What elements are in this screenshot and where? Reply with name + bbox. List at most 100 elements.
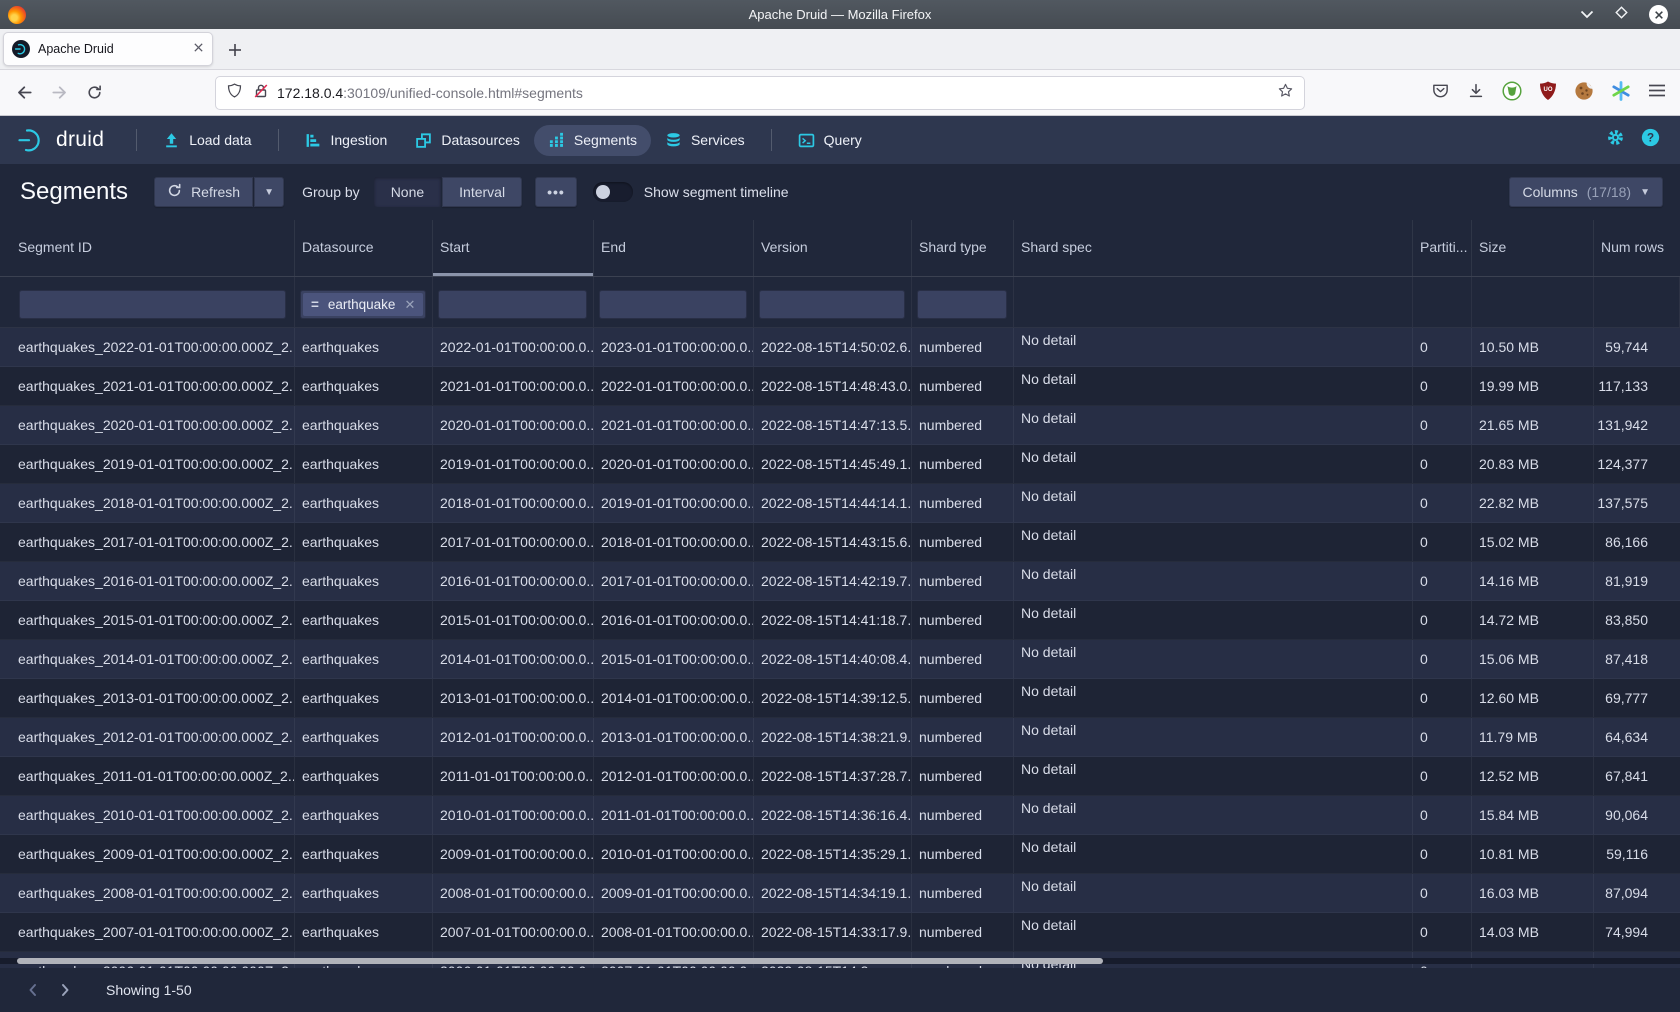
prev-page-button[interactable]: [20, 977, 46, 1003]
column-header-partitions[interactable]: Partiti...: [1413, 220, 1472, 276]
nav-item-datasources[interactable]: Datasources: [401, 125, 534, 156]
extension-asterisk-icon[interactable]: [1611, 81, 1631, 106]
column-header-size[interactable]: Size: [1472, 220, 1594, 276]
segment-timeline-toggle[interactable]: [593, 182, 633, 202]
scrollbar-thumb[interactable]: [17, 958, 1103, 964]
next-page-button[interactable]: [52, 977, 78, 1003]
shield-icon[interactable]: [226, 82, 243, 104]
more-options-button[interactable]: •••: [535, 177, 577, 207]
url-bar[interactable]: 172.18.0.4:30109/unified-console.html#se…: [215, 76, 1305, 110]
filter-input-datasource[interactable]: =earthquake✕: [300, 290, 426, 319]
minimize-icon[interactable]: [1580, 6, 1594, 24]
cell-version: 2022-08-15T14:43:15.6...: [754, 523, 912, 561]
column-header-num-rows[interactable]: Num rows: [1594, 220, 1680, 276]
nav-item-segments[interactable]: Segments: [534, 125, 651, 156]
cell-end: 2010-01-01T00:00:00.0...: [594, 835, 754, 873]
cell-shard-spec: No detail: [1014, 640, 1413, 678]
column-header-segment-id[interactable]: Segment ID: [0, 220, 295, 276]
filter-cell-partitions: [1413, 277, 1472, 327]
browser-tab[interactable]: Apache Druid: [3, 32, 213, 66]
nav-divider: [771, 129, 772, 151]
druid-logo[interactable]: druid: [16, 127, 104, 154]
firefox-icon: [8, 6, 26, 24]
cell-num-rows: 64,634: [1594, 718, 1680, 756]
forward-button[interactable]: [45, 79, 73, 107]
refresh-button[interactable]: Refresh: [154, 177, 253, 207]
cookie-icon[interactable]: [1574, 81, 1594, 106]
maximize-icon[interactable]: [1615, 6, 1628, 24]
upload-icon: [163, 132, 180, 149]
bookmark-star-icon[interactable]: [1277, 82, 1294, 104]
cell-partitions: 0: [1413, 835, 1472, 873]
cell-partitions: 0: [1413, 757, 1472, 795]
settings-gear-icon[interactable]: [1606, 128, 1625, 152]
close-window-icon[interactable]: [1649, 5, 1668, 24]
cell-size: 20.83 MB: [1472, 445, 1594, 483]
cell-datasource: earthquakes: [295, 796, 433, 834]
cell-partitions: 0: [1413, 640, 1472, 678]
cell-start: 2008-01-01T00:00:00.0...: [433, 874, 594, 912]
group-by-interval-button[interactable]: Interval: [442, 177, 522, 207]
menu-hamburger-icon[interactable]: [1648, 83, 1666, 103]
cell-shard-type: numbered: [912, 835, 1014, 873]
column-header-version[interactable]: Version: [754, 220, 912, 276]
cell-end: 2017-01-01T00:00:00.0...: [594, 562, 754, 600]
cell-segment-id: earthquakes_2016-01-01T00:00:00.000Z_2..…: [0, 562, 295, 600]
browser-toolbar: 172.18.0.4:30109/unified-console.html#se…: [0, 70, 1680, 116]
group-by-none-button[interactable]: None: [374, 177, 441, 207]
privacy-badger-icon[interactable]: [1502, 81, 1522, 106]
cell-partitions: 0: [1413, 406, 1472, 444]
cell-num-rows: 81,919: [1594, 562, 1680, 600]
filter-input-version[interactable]: [759, 290, 905, 319]
toggle-knob: [596, 185, 610, 199]
column-header-start[interactable]: Start: [433, 220, 594, 276]
column-header-shard-spec[interactable]: Shard spec: [1014, 220, 1413, 276]
cell-end: 2008-01-01T00:00:00.0...: [594, 913, 754, 951]
back-button[interactable]: [10, 79, 38, 107]
refresh-dropdown-button[interactable]: ▼: [254, 177, 284, 207]
column-header-end[interactable]: End: [594, 220, 754, 276]
nav-divider: [278, 129, 279, 151]
nav-item-services[interactable]: Services: [651, 125, 759, 156]
cell-shard-spec: No detail: [1014, 835, 1413, 873]
column-header-datasource[interactable]: Datasource: [295, 220, 433, 276]
table-row: earthquakes_2017-01-01T00:00:00.000Z_2..…: [0, 523, 1680, 562]
cell-shard-type: numbered: [912, 367, 1014, 405]
url-path: :30109/unified-console.html#segments: [343, 85, 583, 101]
cell-partitions: 0: [1413, 445, 1472, 483]
filter-cell-shard-type: [912, 277, 1014, 327]
pocket-icon[interactable]: [1431, 81, 1450, 105]
table-row: earthquakes_2022-01-01T00:00:00.000Z_2..…: [0, 328, 1680, 367]
new-tab-button[interactable]: [221, 36, 249, 64]
close-tab-icon[interactable]: [193, 40, 204, 58]
cell-num-rows: 87,418: [1594, 640, 1680, 678]
cell-segment-id: earthquakes_2009-01-01T00:00:00.000Z_2..…: [0, 835, 295, 873]
table-row: earthquakes_2009-01-01T00:00:00.000Z_2..…: [0, 835, 1680, 874]
segment-timeline-label: Show segment timeline: [644, 184, 789, 200]
download-icon[interactable]: [1467, 82, 1485, 105]
help-icon[interactable]: ?: [1641, 128, 1660, 152]
filter-cell-segment-id: [0, 277, 295, 327]
cell-size: 14.72 MB: [1472, 601, 1594, 639]
cell-end: 2020-01-01T00:00:00.0...: [594, 445, 754, 483]
reload-button[interactable]: [80, 79, 108, 107]
nav-item-ingestion[interactable]: Ingestion: [291, 125, 402, 156]
nav-item-load-data[interactable]: Load data: [149, 125, 265, 156]
insecure-lock-icon[interactable]: [253, 83, 269, 104]
cell-end: 2021-01-01T00:00:00.0...: [594, 406, 754, 444]
query-icon: [798, 132, 815, 149]
column-header-shard-type[interactable]: Shard type: [912, 220, 1014, 276]
filter-input-shard-type[interactable]: [917, 290, 1007, 319]
cell-shard-spec: No detail: [1014, 445, 1413, 483]
refresh-label: Refresh: [191, 184, 240, 200]
ublock-icon[interactable]: UO: [1539, 81, 1557, 106]
cell-version: 2022-08-15T14:40:08.4...: [754, 640, 912, 678]
columns-button[interactable]: Columns (17/18) ▼: [1509, 177, 1663, 207]
filter-input-end[interactable]: [599, 290, 747, 319]
datasource-filter-chip[interactable]: =earthquake✕: [303, 293, 423, 316]
nav-item-query[interactable]: Query: [784, 125, 876, 156]
filter-input-start[interactable]: [438, 290, 587, 319]
remove-filter-icon[interactable]: ✕: [404, 298, 415, 311]
filter-input-segment-id[interactable]: [19, 290, 286, 319]
cell-size: 21.65 MB: [1472, 406, 1594, 444]
